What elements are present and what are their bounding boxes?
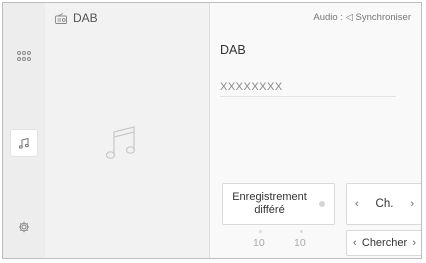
channel-button[interactable]: ‹ Ch. › [346, 183, 421, 225]
forward-seconds[interactable]: 10 [294, 237, 306, 249]
station-panel: Audio : ◁ Synchroniser DAB XXXXXXXX Enre… [210, 3, 421, 258]
time-shift-recording-button[interactable]: Enregistrement différé [222, 183, 335, 225]
gear-icon [18, 221, 30, 233]
search-label: Chercher [361, 237, 408, 249]
chevron-right-icon: › [410, 198, 414, 210]
sidebar [3, 3, 46, 258]
album-art-placeholder [105, 123, 137, 168]
source-label: DAB [73, 11, 98, 25]
sidebar-item-apps[interactable] [11, 43, 37, 69]
recording-indicator-dot [318, 201, 325, 207]
recording-label: Enregistrement différé [232, 191, 307, 217]
music-note-icon [105, 126, 136, 159]
recording-label-line1: Enregistrement [232, 191, 307, 203]
station-name: XXXXXXXX [220, 81, 283, 93]
rewind-seconds[interactable]: 10 [253, 237, 265, 249]
recording-label-line2: différé [254, 204, 285, 216]
source-indicator[interactable]: DAB [55, 11, 98, 25]
divider [220, 96, 396, 97]
channel-label: Ch. [375, 198, 394, 210]
radio-icon [55, 12, 67, 24]
audio-sync-status[interactable]: Audio : ◁ Synchroniser [313, 12, 411, 23]
tick-mark [300, 230, 303, 233]
grid-icon [17, 51, 31, 61]
music-note-icon [18, 137, 29, 149]
sidebar-item-settings[interactable] [11, 214, 37, 240]
audio-status-text: Audio : ◁ Synchroniser [313, 12, 411, 23]
sidebar-item-media[interactable] [11, 130, 37, 156]
chevron-right-icon: › [412, 237, 416, 249]
app-window: DAB Audio : ◁ Synchroniser DAB XXXXXXXX … [2, 2, 422, 259]
tick-mark [259, 230, 262, 233]
chevron-left-icon: ‹ [355, 198, 359, 210]
now-playing-panel: DAB [45, 3, 210, 258]
station-title: DAB [220, 43, 246, 57]
search-button[interactable]: ‹ Chercher › [346, 230, 421, 256]
chevron-left-icon: ‹ [353, 237, 357, 249]
